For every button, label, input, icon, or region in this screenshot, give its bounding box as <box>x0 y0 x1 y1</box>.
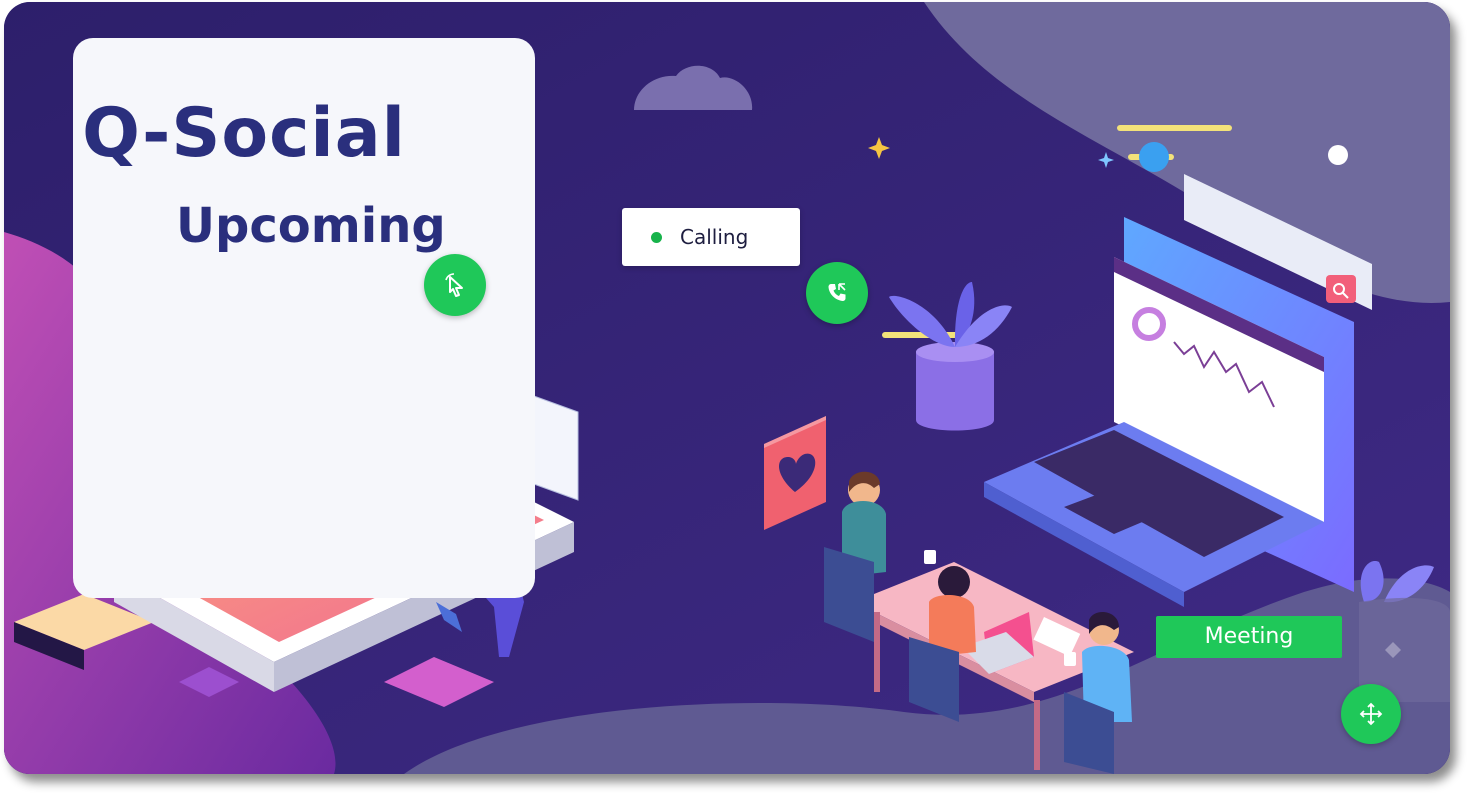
heart-icon <box>774 442 818 486</box>
cursor-icon <box>445 273 463 297</box>
calling-label: Calling <box>680 225 749 249</box>
status-dot <box>651 231 662 243</box>
mail-icon <box>359 372 421 427</box>
call-button[interactable] <box>806 262 868 324</box>
page-subtitle: Upcoming <box>176 198 446 254</box>
calling-status-badge: Calling <box>622 208 800 266</box>
move-button[interactable] <box>1341 684 1401 744</box>
page-title: Q-Social <box>82 94 406 173</box>
cursor-button[interactable] <box>424 254 486 316</box>
banner-card: Q-Social Upcoming Calling Meeting <box>4 2 1450 774</box>
meeting-status-badge: Meeting <box>1156 616 1342 658</box>
phone-icon <box>828 283 846 301</box>
move-arrows-icon <box>1359 702 1383 726</box>
search-button[interactable] <box>1330 280 1352 300</box>
search-icon <box>1333 283 1349 299</box>
